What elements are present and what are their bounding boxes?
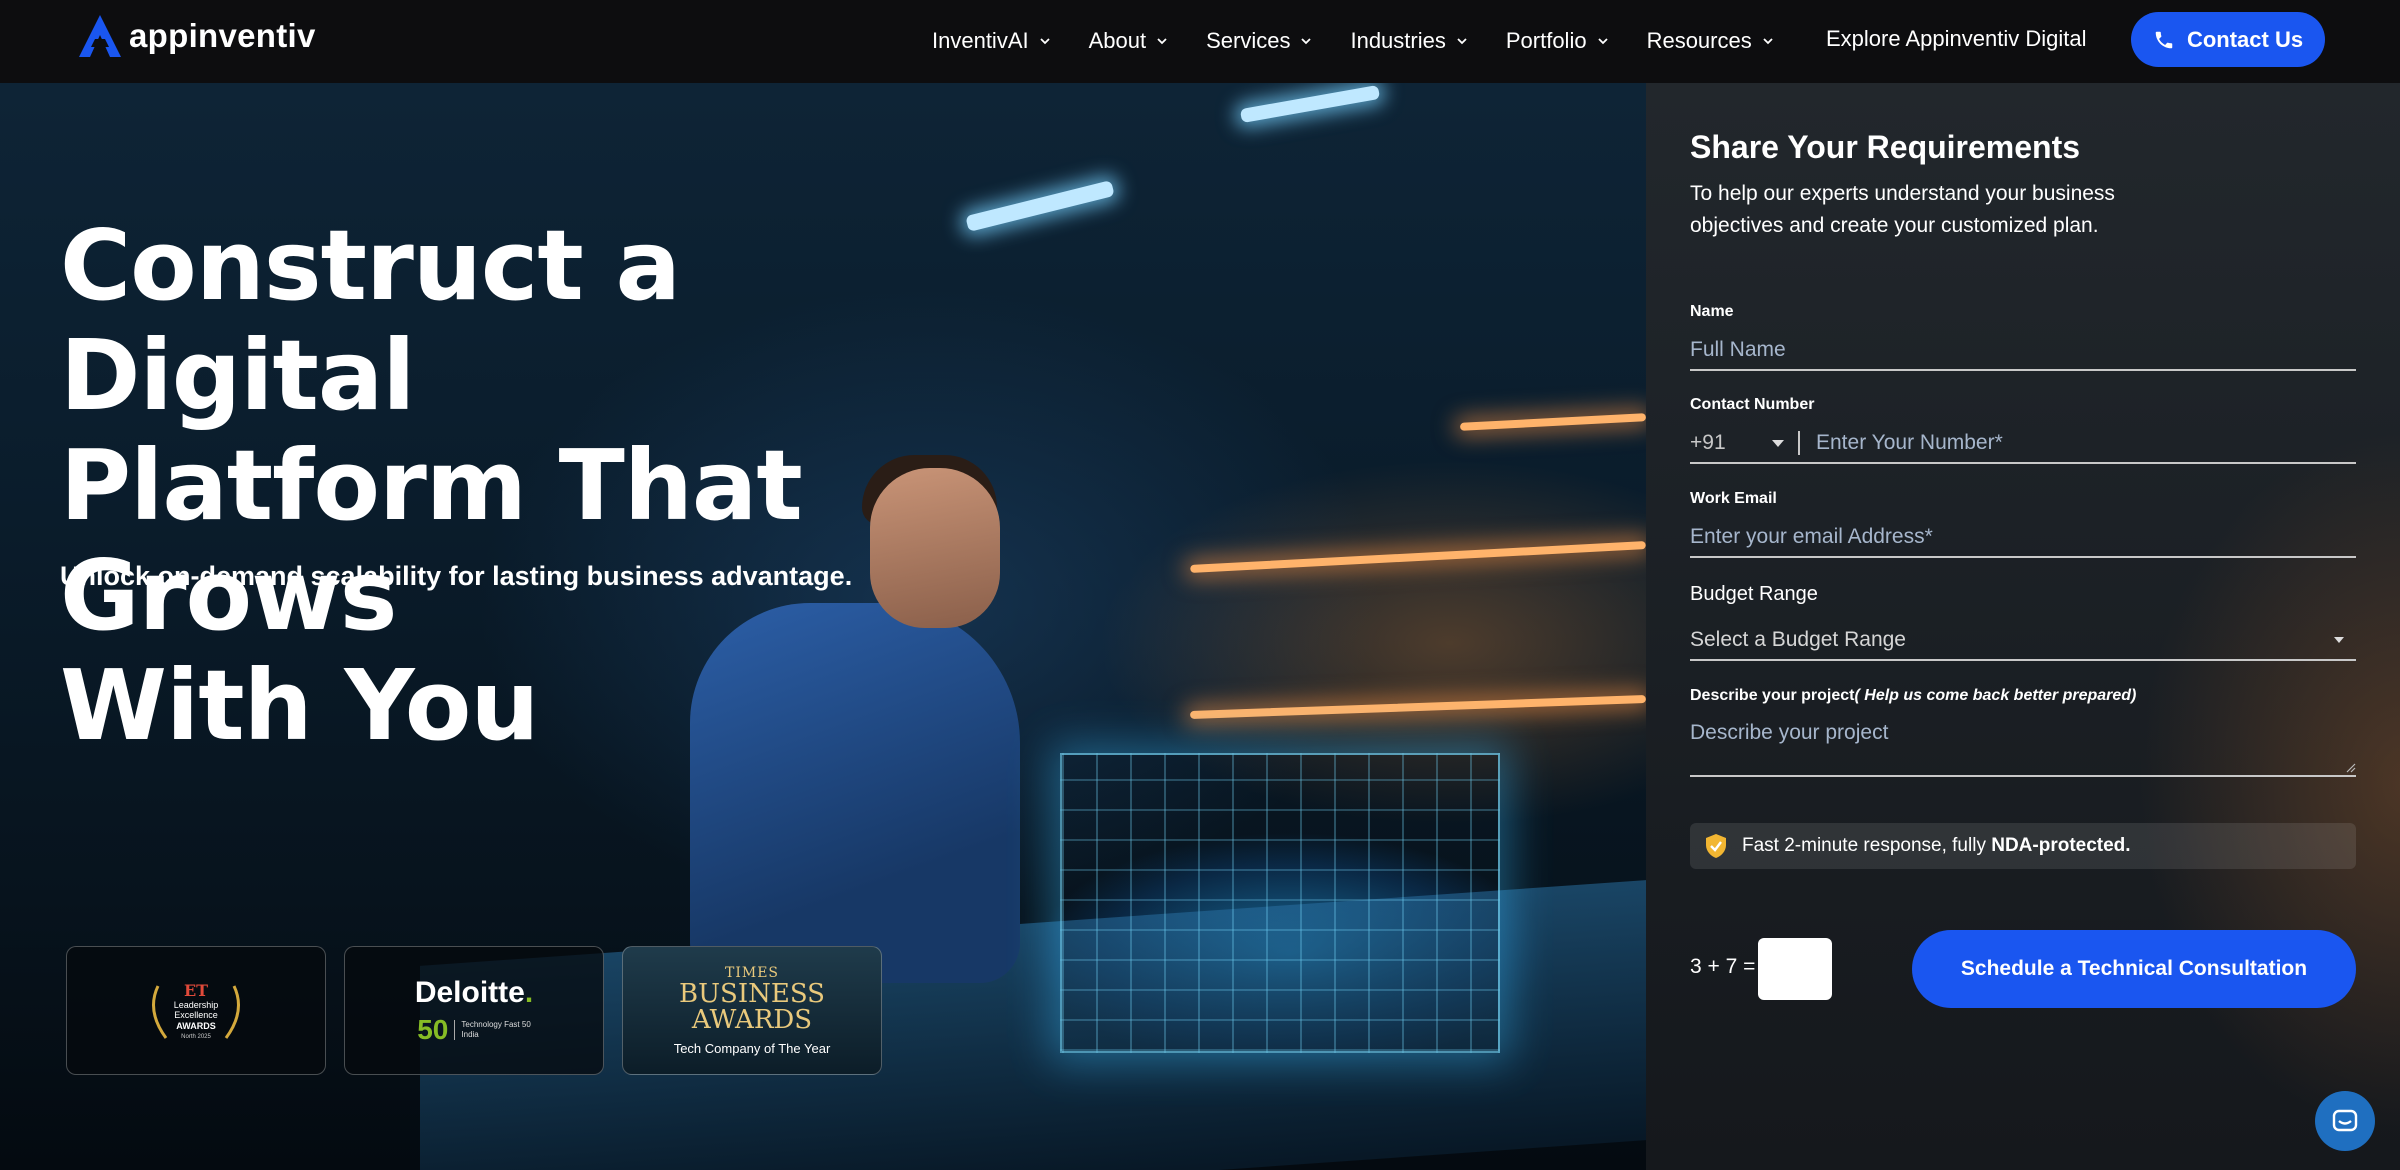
et-line2: Leadership [174, 1000, 219, 1010]
shelf-light [1189, 695, 1646, 719]
deloitte-number: 50 [417, 1013, 449, 1045]
nav-label: Services [1206, 28, 1291, 53]
work-email-input[interactable]: Enter your email Address* [1690, 518, 2356, 558]
hero-headline: Construct a Digital Platform That Grows … [60, 211, 1020, 761]
nav-item-inventivai[interactable]: InventivAI [932, 28, 1051, 54]
headline-line: With You [60, 649, 539, 762]
laurel-badge-icon: ET Leadership Excellence AWARDS North 20… [152, 981, 240, 1040]
chevron-down-icon [1301, 38, 1312, 45]
project-label-text: Describe your project [1690, 687, 1855, 704]
nav-label: Industries [1350, 28, 1446, 53]
project-description-textarea[interactable]: Describe your project [1690, 715, 2356, 777]
project-label: Describe your project( Help us come back… [1690, 687, 2136, 705]
awards-row: ET Leadership Excellence AWARDS North 20… [66, 946, 882, 1075]
resize-handle-icon[interactable] [2344, 761, 2356, 773]
deloitte-fast50: 50 Technology Fast 50 India [417, 1014, 531, 1046]
schedule-consultation-button[interactable]: Schedule a Technical Consultation [1912, 930, 2356, 1008]
captcha-answer-input[interactable] [1758, 938, 1832, 1000]
phone-icon [2155, 31, 2173, 48]
captcha-question: 3 + 7 = [1690, 955, 1756, 978]
times-subtitle: Tech Company of The Year [673, 1041, 831, 1056]
budget-selected: Select a Budget Range [1690, 628, 1906, 651]
deloitte-tag-line1: Technology Fast 50 [461, 1019, 531, 1029]
award-deloitte: Deloitte. 50 Technology Fast 50 India [344, 946, 604, 1075]
contact-number-label: Contact Number [1690, 396, 1815, 413]
times-title-line1: BUSINESS [679, 979, 825, 1009]
deloitte-tag-line2: India [461, 1029, 479, 1039]
et-line1: ET [184, 981, 208, 1000]
hologram-model [1060, 753, 1500, 1053]
nav-item-industries[interactable]: Industries [1350, 28, 1467, 54]
email-placeholder: Enter your email Address* [1690, 525, 1933, 548]
form-description: To help our experts understand your busi… [1690, 182, 2115, 237]
hero-section: Construct a Digital Platform That Grows … [0, 83, 1646, 1170]
name-input[interactable]: Full Name [1690, 331, 2356, 371]
et-line3: Excellence [174, 1010, 218, 1020]
shield-check-icon [1706, 834, 1726, 858]
chevron-down-icon [1039, 38, 1050, 45]
nda-bold: NDA-protected. [1991, 835, 2131, 856]
nav-label: Portfolio [1505, 28, 1587, 53]
shelf-light [1190, 541, 1646, 573]
caret-down-icon [2334, 637, 2344, 643]
brand-name: appinventiv [129, 17, 316, 54]
country-code-value: +91 [1690, 431, 1726, 454]
person-head [870, 468, 1000, 628]
nav-label: About [1088, 28, 1147, 53]
times-title-line2: AWARDS [691, 1005, 813, 1035]
nav-item-portfolio[interactable]: Portfolio [1506, 28, 1609, 54]
budget-range-label: Budget Range [1690, 583, 1818, 605]
chevron-down-icon [1457, 38, 1467, 45]
main-menu: InventivAI About Services Industries Por… [932, 22, 1774, 60]
project-placeholder: Describe your project [1690, 721, 1889, 744]
nav-label: Resources [1646, 28, 1752, 53]
chat-icon [2332, 1109, 2358, 1132]
chevron-down-icon [1763, 38, 1773, 45]
chevron-down-icon [1597, 38, 1608, 45]
nda-text: Fast 2-minute response, fully NDA-protec… [1742, 835, 2131, 857]
name-placeholder: Full Name [1690, 338, 1786, 361]
deloitte-name: Deloitte [414, 975, 525, 1009]
headline-line: Construct a Digital [60, 209, 681, 432]
contact-number-field: +91 Enter Your Number* [1690, 424, 2356, 464]
chevron-down-icon [1157, 38, 1167, 45]
budget-range-select[interactable]: Select a Budget Range [1690, 621, 2356, 661]
brand-logo[interactable]: appinventiv [77, 12, 316, 60]
nav-label: InventivAI [932, 28, 1029, 53]
shelf-light [1459, 413, 1646, 431]
deloitte-dot: . [524, 975, 534, 1009]
appinventiv-logo-icon [79, 15, 121, 57]
work-email-label: Work Email [1690, 490, 1777, 507]
deloitte-logo: Deloitte. [415, 976, 533, 1010]
project-label-hint: ( Help us come back better prepared) [1854, 687, 2137, 704]
nav-item-resources[interactable]: Resources [1647, 28, 1774, 54]
nav-item-services[interactable]: Services [1206, 28, 1312, 54]
contact-us-button[interactable]: Contact Us [2131, 12, 2325, 67]
deloitte-tagline: Technology Fast 50 India [454, 1019, 531, 1040]
requirements-form-panel: Share Your Requirements To help our expe… [1646, 83, 2400, 1170]
name-label: Name [1690, 303, 1734, 320]
country-code-select[interactable]: +91 [1690, 431, 1798, 455]
chat-widget-button[interactable] [2315, 1091, 2375, 1151]
nav-item-about[interactable]: About [1089, 28, 1169, 54]
form-title: Share Your Requirements [1690, 129, 2081, 165]
award-et-leadership: ET Leadership Excellence AWARDS North 20… [66, 946, 326, 1075]
explore-digital-link[interactable]: Explore Appinventiv Digital [1826, 26, 2086, 52]
ceiling-light [1239, 84, 1381, 124]
contact-us-label: Contact Us [2186, 26, 2304, 52]
hero-subheadline: Unlock on-demand scalability for lasting… [60, 561, 853, 591]
top-navbar: appinventiv InventivAI About Services In… [0, 0, 2400, 83]
divider [1798, 431, 1800, 455]
phone-input[interactable]: Enter Your Number* [1816, 431, 2003, 455]
caret-down-icon [1772, 439, 1784, 447]
award-times-business: TIMES BUSINESS AWARDS Tech Company of Th… [622, 946, 882, 1075]
nda-notice: Fast 2-minute response, fully NDA-protec… [1690, 823, 2356, 869]
nda-prefix: Fast 2-minute response, fully [1742, 835, 1992, 856]
et-line4: AWARDS [176, 1021, 216, 1031]
et-line5: North 2025 [181, 1034, 211, 1040]
